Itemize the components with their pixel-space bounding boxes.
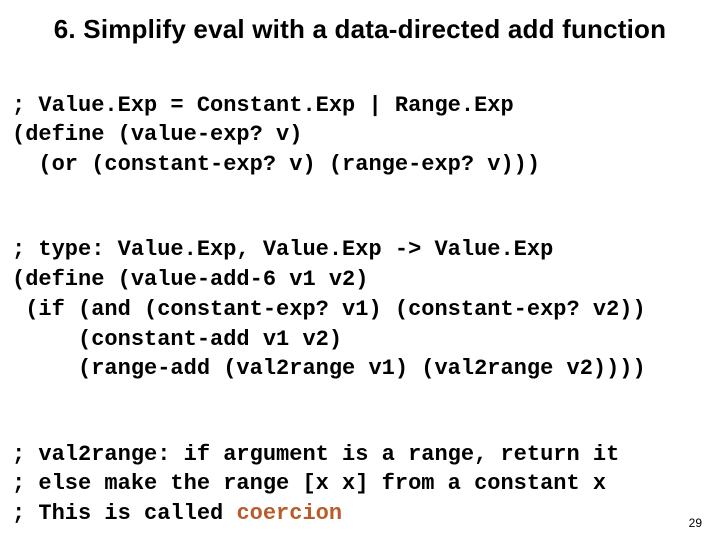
- code-block-3: ; val2range: if argument is a range, ret…: [12, 410, 708, 529]
- code-block-2: ; type: Value.Exp, Value.Exp -> Value.Ex…: [12, 206, 708, 384]
- code-text: ; This is called: [12, 501, 236, 526]
- code-line: (or (constant-exp? v) (range-exp? v))): [12, 152, 540, 177]
- code-line: ; This is called coercion: [12, 501, 342, 526]
- slide: 6. Simplify eval with a data-directed ad…: [0, 0, 720, 540]
- code-line: ; type: Value.Exp, Value.Exp -> Value.Ex…: [12, 237, 553, 262]
- code-line: (define (value-exp? v): [12, 122, 302, 147]
- code-line: (if (and (constant-exp? v1) (constant-ex…: [12, 297, 646, 322]
- code-line: (range-add (val2range v1) (val2range v2)…: [12, 356, 646, 381]
- code-line: (define (value-add-6 v1 v2): [12, 267, 368, 292]
- slide-title: 6. Simplify eval with a data-directed ad…: [12, 14, 708, 45]
- coercion-keyword: coercion: [236, 501, 342, 526]
- code-line: ; Value.Exp = Constant.Exp | Range.Exp: [12, 93, 514, 118]
- code-block-1: ; Value.Exp = Constant.Exp | Range.Exp (…: [12, 61, 708, 180]
- code-line: (constant-add v1 v2): [12, 327, 342, 352]
- code-line: ; val2range: if argument is a range, ret…: [12, 442, 619, 467]
- code-line: ; else make the range [x x] from a const…: [12, 471, 606, 496]
- page-number: 29: [689, 516, 702, 530]
